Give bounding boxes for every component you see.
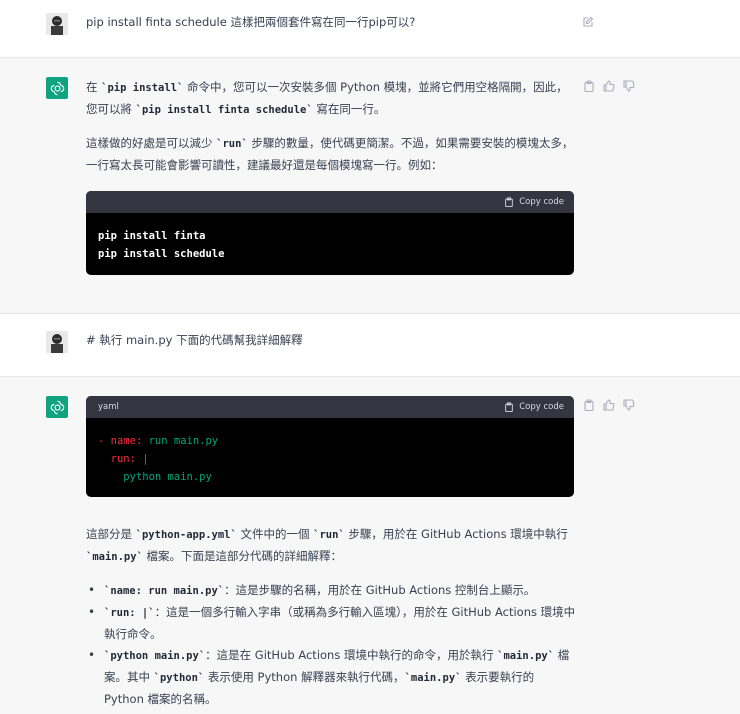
code-content: - name: run main.py run: | python main.p… [86, 418, 574, 497]
assistant-logo-icon [50, 81, 64, 95]
explanation-list: `name: run main.py`：這是步驟的名稱，用於在 GitHub A… [86, 580, 576, 710]
clipboard-icon[interactable] [583, 399, 595, 412]
copy-icon [505, 402, 514, 412]
thumbs-down-icon[interactable] [623, 399, 635, 411]
list-item: `name: run main.py`：這是步驟的名稱，用於在 GitHub A… [86, 580, 576, 602]
message-actions [583, 80, 635, 93]
user-avatar [46, 331, 68, 353]
user-message-2: # 執行 main.py 下面的代碼幫我詳細解釋 [0, 314, 740, 377]
thumbs-up-icon[interactable] [603, 80, 615, 92]
code-line: run: | [110, 453, 149, 465]
user-message-text: # 執行 main.py 下面的代碼幫我詳細解釋 [86, 333, 303, 347]
copy-icon [505, 197, 514, 207]
code-header: Copy code [86, 191, 574, 213]
user-message-1: pip install finta schedule 這樣把兩個套件寫在同一行p… [0, 0, 740, 58]
code-header: yaml Copy code [86, 396, 574, 418]
code-line: - name: run main.py [98, 435, 219, 447]
list-item: `python main.py`：這是在 GitHub Actions 環境中執… [86, 645, 576, 710]
assistant-paragraph: 這部分是 `python-app.yml` 文件中的一個 `run` 步驟，用於… [86, 527, 568, 563]
edit-icon[interactable] [582, 16, 594, 28]
assistant-paragraph: 在 `pip install` 命令中，您可以一次安裝多個 Python 模塊，… [86, 80, 568, 116]
clipboard-icon[interactable] [583, 80, 595, 93]
list-item: `run: |`：這是一個多行輸入字串（或稱為多行輸入區塊），用於在 GitHu… [86, 602, 576, 645]
thumbs-down-icon[interactable] [623, 80, 635, 92]
user-message-text: pip install finta schedule 這樣把兩個套件寫在同一行p… [86, 15, 416, 29]
copy-code-button[interactable]: Copy code [504, 197, 564, 207]
code-block: Copy code pip install finta pip install s… [86, 191, 574, 275]
assistant-avatar [46, 77, 68, 99]
code-line: pip install finta [98, 230, 206, 242]
code-content: pip install finta pip install schedule [86, 213, 574, 275]
code-line: pip install schedule [98, 248, 225, 260]
code-block: yaml Copy code - name: run main.py run: … [86, 396, 574, 497]
assistant-message-2: yaml Copy code - name: run main.py run: … [0, 377, 740, 714]
assistant-logo-icon [50, 400, 64, 414]
user-avatar [46, 13, 68, 35]
code-line: python main.py [123, 471, 212, 483]
message-actions [583, 399, 635, 412]
assistant-message-1: 在 `pip install` 命令中，您可以一次安裝多個 Python 模塊，… [0, 58, 740, 314]
assistant-avatar [46, 396, 68, 418]
copy-code-button[interactable]: Copy code [504, 402, 564, 412]
assistant-paragraph: 這樣做的好處是可以減少 `run` 步驟的數量，使代碼更簡潔。不過，如果需要安裝… [86, 136, 574, 172]
thumbs-up-icon[interactable] [603, 399, 615, 411]
code-language: yaml [98, 402, 119, 412]
